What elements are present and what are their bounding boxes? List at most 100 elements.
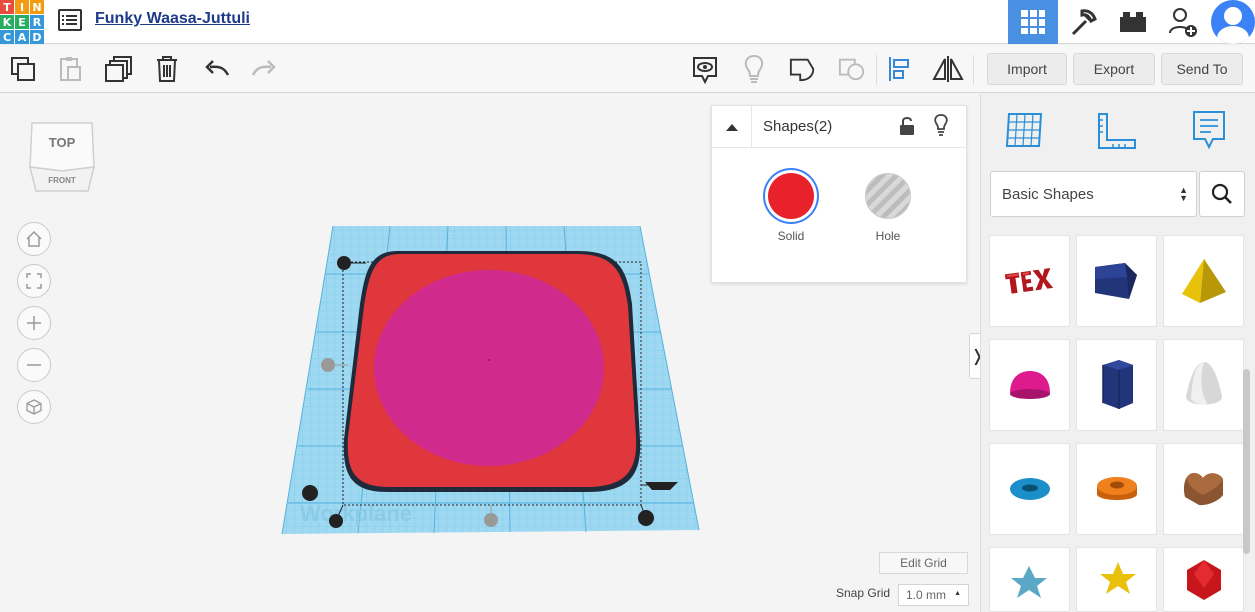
minecraft-view-button[interactable]: [1058, 0, 1108, 44]
edit-grid-button[interactable]: Edit Grid: [879, 552, 968, 574]
snap-grid-value: 1.0 mm: [906, 588, 947, 602]
shape-category-select[interactable]: Basic Shapes ▲ ▼: [990, 171, 1197, 217]
notes-tool-button[interactable]: [1187, 108, 1231, 152]
home-view-button[interactable]: [17, 222, 51, 256]
trash-icon: [157, 56, 177, 82]
snap-grid-label: Snap Grid: [836, 586, 891, 600]
resize-handle[interactable]: [302, 485, 318, 501]
view-cube-front-label: FRONT: [48, 176, 76, 185]
group-icon: [789, 58, 815, 82]
shape-tile-box[interactable]: [1076, 235, 1157, 327]
cylinder-center-mark: [488, 359, 490, 361]
note-icon: [1193, 111, 1225, 150]
user-avatar[interactable]: [1211, 0, 1255, 44]
minus-icon: [27, 364, 41, 366]
workplane-icon: [1005, 113, 1043, 147]
lightbulb-icon[interactable]: [933, 114, 949, 136]
speech-bubble-icon: [693, 57, 717, 85]
zoom-in-button[interactable]: [17, 306, 51, 340]
hole-swatch[interactable]: [865, 173, 911, 219]
show-all-button[interactable]: [740, 54, 768, 83]
add-user-icon: [1169, 8, 1197, 37]
redo-button[interactable]: [250, 55, 278, 83]
pickaxe-icon: [1071, 9, 1097, 36]
view-cube-top-label: TOP: [49, 135, 76, 150]
polygon-shape-icon: [1101, 360, 1133, 409]
toolbar-divider: [973, 55, 974, 85]
shape-tile-paraboloid[interactable]: [1163, 339, 1244, 431]
shape-tile-icosahedron[interactable]: [1163, 547, 1244, 612]
group-button[interactable]: [789, 55, 817, 83]
search-icon: [1211, 183, 1232, 204]
design-title[interactable]: Funky Waasa-Juttuli: [95, 10, 250, 28]
plus-icon: [27, 316, 41, 330]
logo-letter: D: [30, 30, 44, 44]
shape-tile-torus[interactable]: [989, 443, 1070, 535]
undo-button[interactable]: [203, 55, 231, 83]
delete-button[interactable]: [153, 55, 181, 83]
top-bar: T I N K E R C A D Funky Waasa-Juttuli: [0, 0, 1255, 44]
redo-icon: [251, 60, 276, 76]
duplicate-icon: [105, 56, 132, 82]
chevron-updown-icon: ▲ ▼: [1179, 185, 1188, 203]
shape-tile-tube[interactable]: [1076, 443, 1157, 535]
tinkercad-logo[interactable]: T I N K E R C A D: [0, 0, 44, 44]
shape-search-button[interactable]: [1199, 171, 1245, 217]
logo-letter: E: [15, 15, 29, 29]
send-to-button[interactable]: Send To: [1161, 53, 1243, 85]
view-cube[interactable]: TOP FRONT: [28, 119, 96, 193]
inspector-title: Shapes(2): [763, 118, 833, 135]
box-shape-icon: [1094, 263, 1137, 299]
heart-shape-icon: [1183, 472, 1223, 506]
lightbulb-icon: [744, 54, 764, 83]
new-shape-button[interactable]: [9, 55, 37, 83]
inspector-collapse-button[interactable]: [712, 106, 752, 148]
duplicate-button[interactable]: [105, 55, 133, 83]
mirror-button[interactable]: [932, 55, 964, 83]
ungroup-icon: [838, 58, 865, 81]
inspector-header: Shapes(2): [712, 106, 968, 148]
shape-tile-star[interactable]: [989, 547, 1070, 612]
home-icon: [26, 230, 42, 247]
workplane-tool-button[interactable]: [1003, 108, 1047, 152]
zoom-out-button[interactable]: [17, 348, 51, 382]
ruler-tool-button[interactable]: [1095, 108, 1139, 152]
paraboloid-shape-icon: [1185, 362, 1222, 405]
workplane-scene[interactable]: Workplane: [270, 214, 710, 544]
shapes-scrollbar-thumb[interactable]: [1243, 369, 1250, 554]
shape-category-value: Basic Shapes: [1002, 185, 1094, 203]
invite-collaborator-button[interactable]: [1158, 0, 1208, 44]
perspective-toggle-button[interactable]: [17, 390, 51, 424]
cube-icon: [26, 399, 42, 415]
export-button[interactable]: Export: [1073, 53, 1155, 85]
shapes-panel: Basic Shapes ▲ ▼: [980, 94, 1255, 612]
half-sphere-icon: [1009, 371, 1050, 399]
icosahedron-shape-icon: [1186, 559, 1221, 600]
paste-button[interactable]: [56, 55, 84, 83]
tinkercad-editor: T I N K E R C A D Funky Waasa-Juttuli Im…: [0, 0, 1255, 612]
import-button[interactable]: Import: [987, 53, 1067, 85]
shape-tile-star-gold[interactable]: [1076, 547, 1157, 612]
shape-tile-heart[interactable]: [1163, 443, 1244, 535]
fit-icon: [26, 273, 42, 289]
ungroup-button[interactable]: [838, 55, 866, 83]
design-list-icon[interactable]: [58, 9, 82, 31]
bricks-view-button[interactable]: [1108, 0, 1158, 44]
cylinder-shape[interactable]: [374, 270, 604, 466]
logo-letter: I: [15, 0, 29, 14]
align-button[interactable]: [886, 55, 914, 83]
notes-button[interactable]: [690, 55, 720, 85]
unlock-icon[interactable]: [899, 116, 915, 136]
solid-color-swatch[interactable]: [768, 173, 814, 219]
shape-tile-polygon[interactable]: [1076, 339, 1157, 431]
shape-tile-pyramid[interactable]: [1163, 235, 1244, 327]
snap-grid-select[interactable]: 1.0 mm: [898, 584, 969, 606]
shape-tile-text[interactable]: [989, 235, 1070, 327]
logo-letter: C: [0, 30, 14, 44]
3d-design-view-button[interactable]: [1008, 0, 1058, 44]
logo-letter: A: [15, 30, 29, 44]
logo-letter: R: [30, 15, 44, 29]
fit-view-button[interactable]: [17, 264, 51, 298]
undo-icon: [205, 60, 230, 76]
shape-tile-half-sphere[interactable]: [989, 339, 1070, 431]
